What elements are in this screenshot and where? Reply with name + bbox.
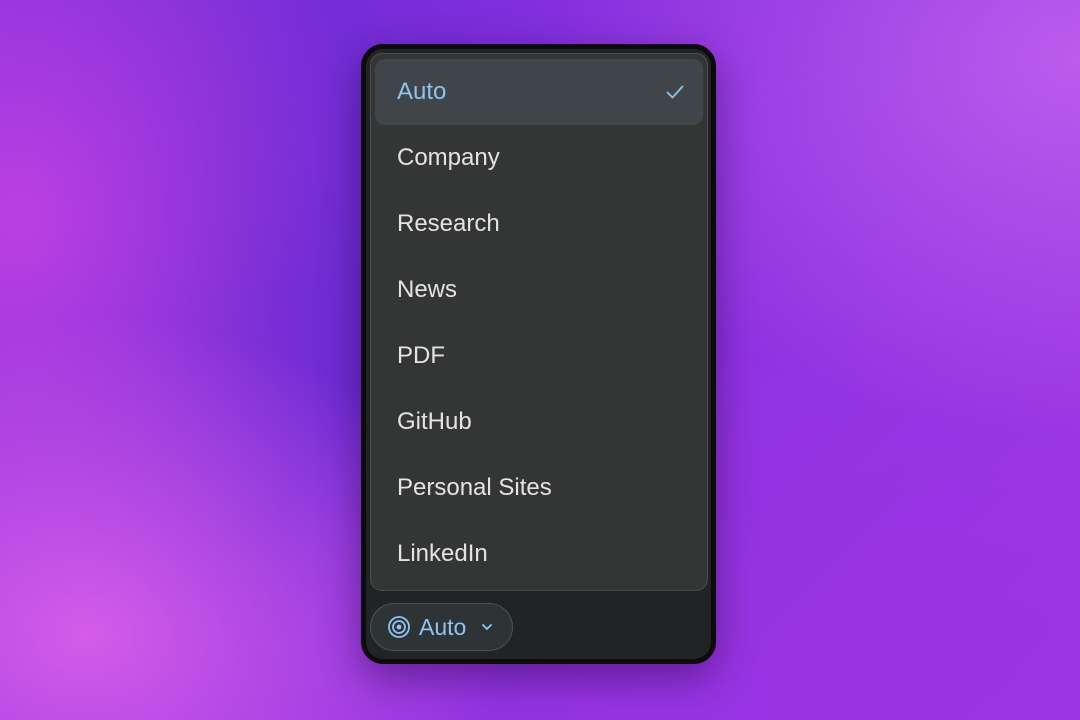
- search-mode-button[interactable]: Auto: [370, 603, 514, 651]
- menu-item-linkedin[interactable]: LinkedIn: [375, 521, 703, 587]
- menu-item-auto[interactable]: Auto: [375, 59, 703, 125]
- target-icon: [387, 615, 411, 639]
- menu-item-label: Personal Sites: [397, 474, 552, 501]
- search-mode-panel: Auto Company Research News PDF GitHub Pe…: [361, 44, 716, 664]
- menu-item-label: Auto: [397, 78, 447, 105]
- menu-item-label: Research: [397, 210, 500, 237]
- search-mode-menu: Auto Company Research News PDF GitHub Pe…: [370, 53, 708, 591]
- menu-item-news[interactable]: News: [375, 257, 703, 323]
- composer-toolbar: Auto: [366, 595, 711, 659]
- chevron-down-icon: [480, 620, 494, 634]
- menu-item-company[interactable]: Company: [375, 125, 703, 191]
- menu-item-github[interactable]: GitHub: [375, 389, 703, 455]
- menu-item-personal-sites[interactable]: Personal Sites: [375, 455, 703, 521]
- menu-item-label: News: [397, 276, 458, 303]
- menu-item-label: PDF: [397, 342, 445, 369]
- search-mode-label: Auto: [419, 613, 467, 640]
- menu-item-label: LinkedIn: [397, 540, 488, 567]
- menu-item-label: GitHub: [397, 408, 472, 435]
- menu-item-label: Company: [397, 144, 500, 171]
- check-icon: [665, 82, 685, 102]
- menu-item-pdf[interactable]: PDF: [375, 323, 703, 389]
- menu-item-research[interactable]: Research: [375, 191, 703, 257]
